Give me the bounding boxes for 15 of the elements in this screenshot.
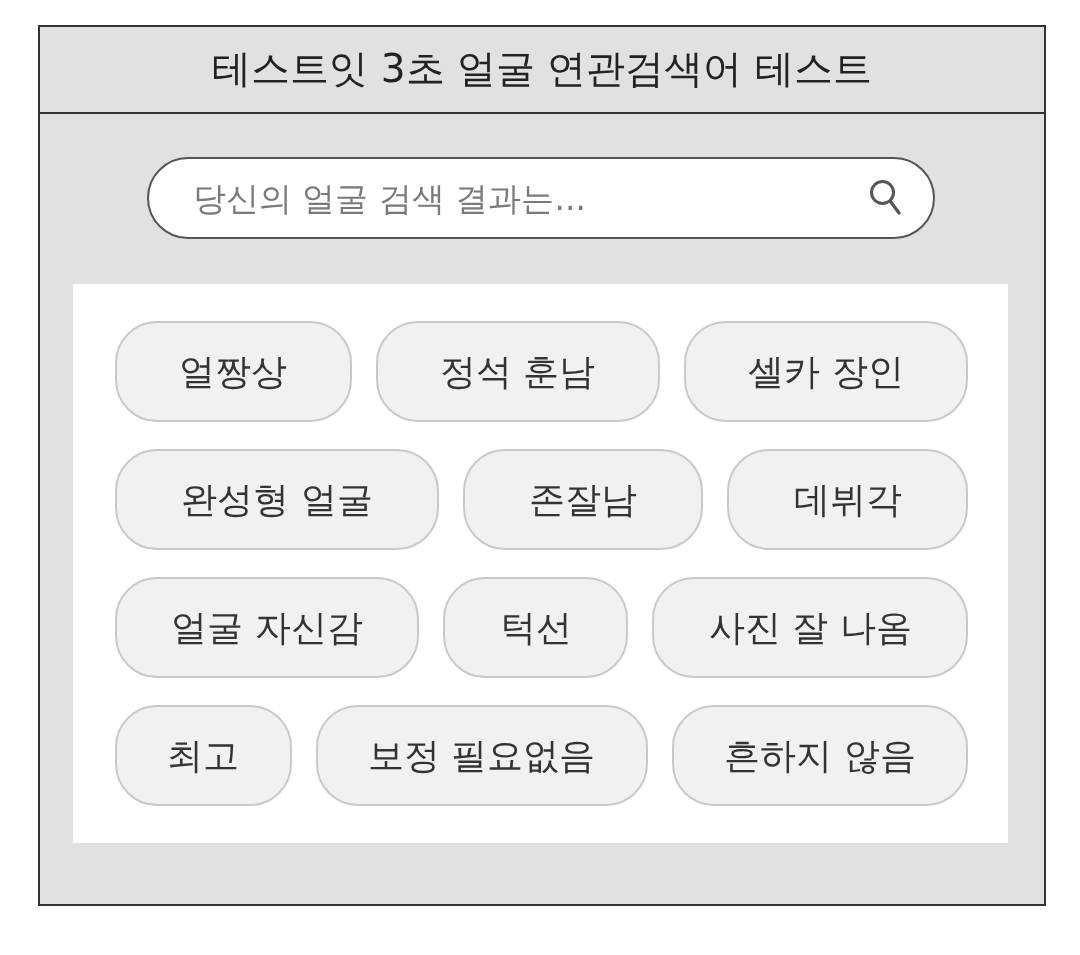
search-field[interactable]: 당신의 얼굴 검색 결과는... (147, 157, 935, 239)
keyword-tag[interactable]: 완성형 얼굴 (115, 449, 439, 550)
keyword-tag[interactable]: 존잘남 (462, 449, 704, 550)
keyword-tag[interactable]: 흔하지 않음 (671, 705, 968, 806)
keyword-tag[interactable]: 최고 (115, 705, 292, 806)
keyword-tag[interactable]: 얼짱상 (115, 321, 352, 422)
keyword-tag[interactable]: 셀카 장인 (683, 321, 968, 422)
keyword-tag[interactable]: 정석 훈남 (375, 321, 660, 422)
keyword-tag[interactable]: 사진 잘 나옴 (652, 577, 968, 678)
search-icon[interactable] (869, 179, 901, 215)
keyword-tag[interactable]: 턱선 (443, 577, 629, 678)
keyword-tag[interactable]: 데뷔각 (727, 449, 968, 550)
window-title: 테스트잇 3초 얼굴 연관검색어 테스트 (212, 46, 872, 93)
keyword-tag[interactable]: 얼굴 자신감 (115, 577, 420, 678)
keyword-tag[interactable]: 보정 필요없음 (315, 705, 648, 806)
